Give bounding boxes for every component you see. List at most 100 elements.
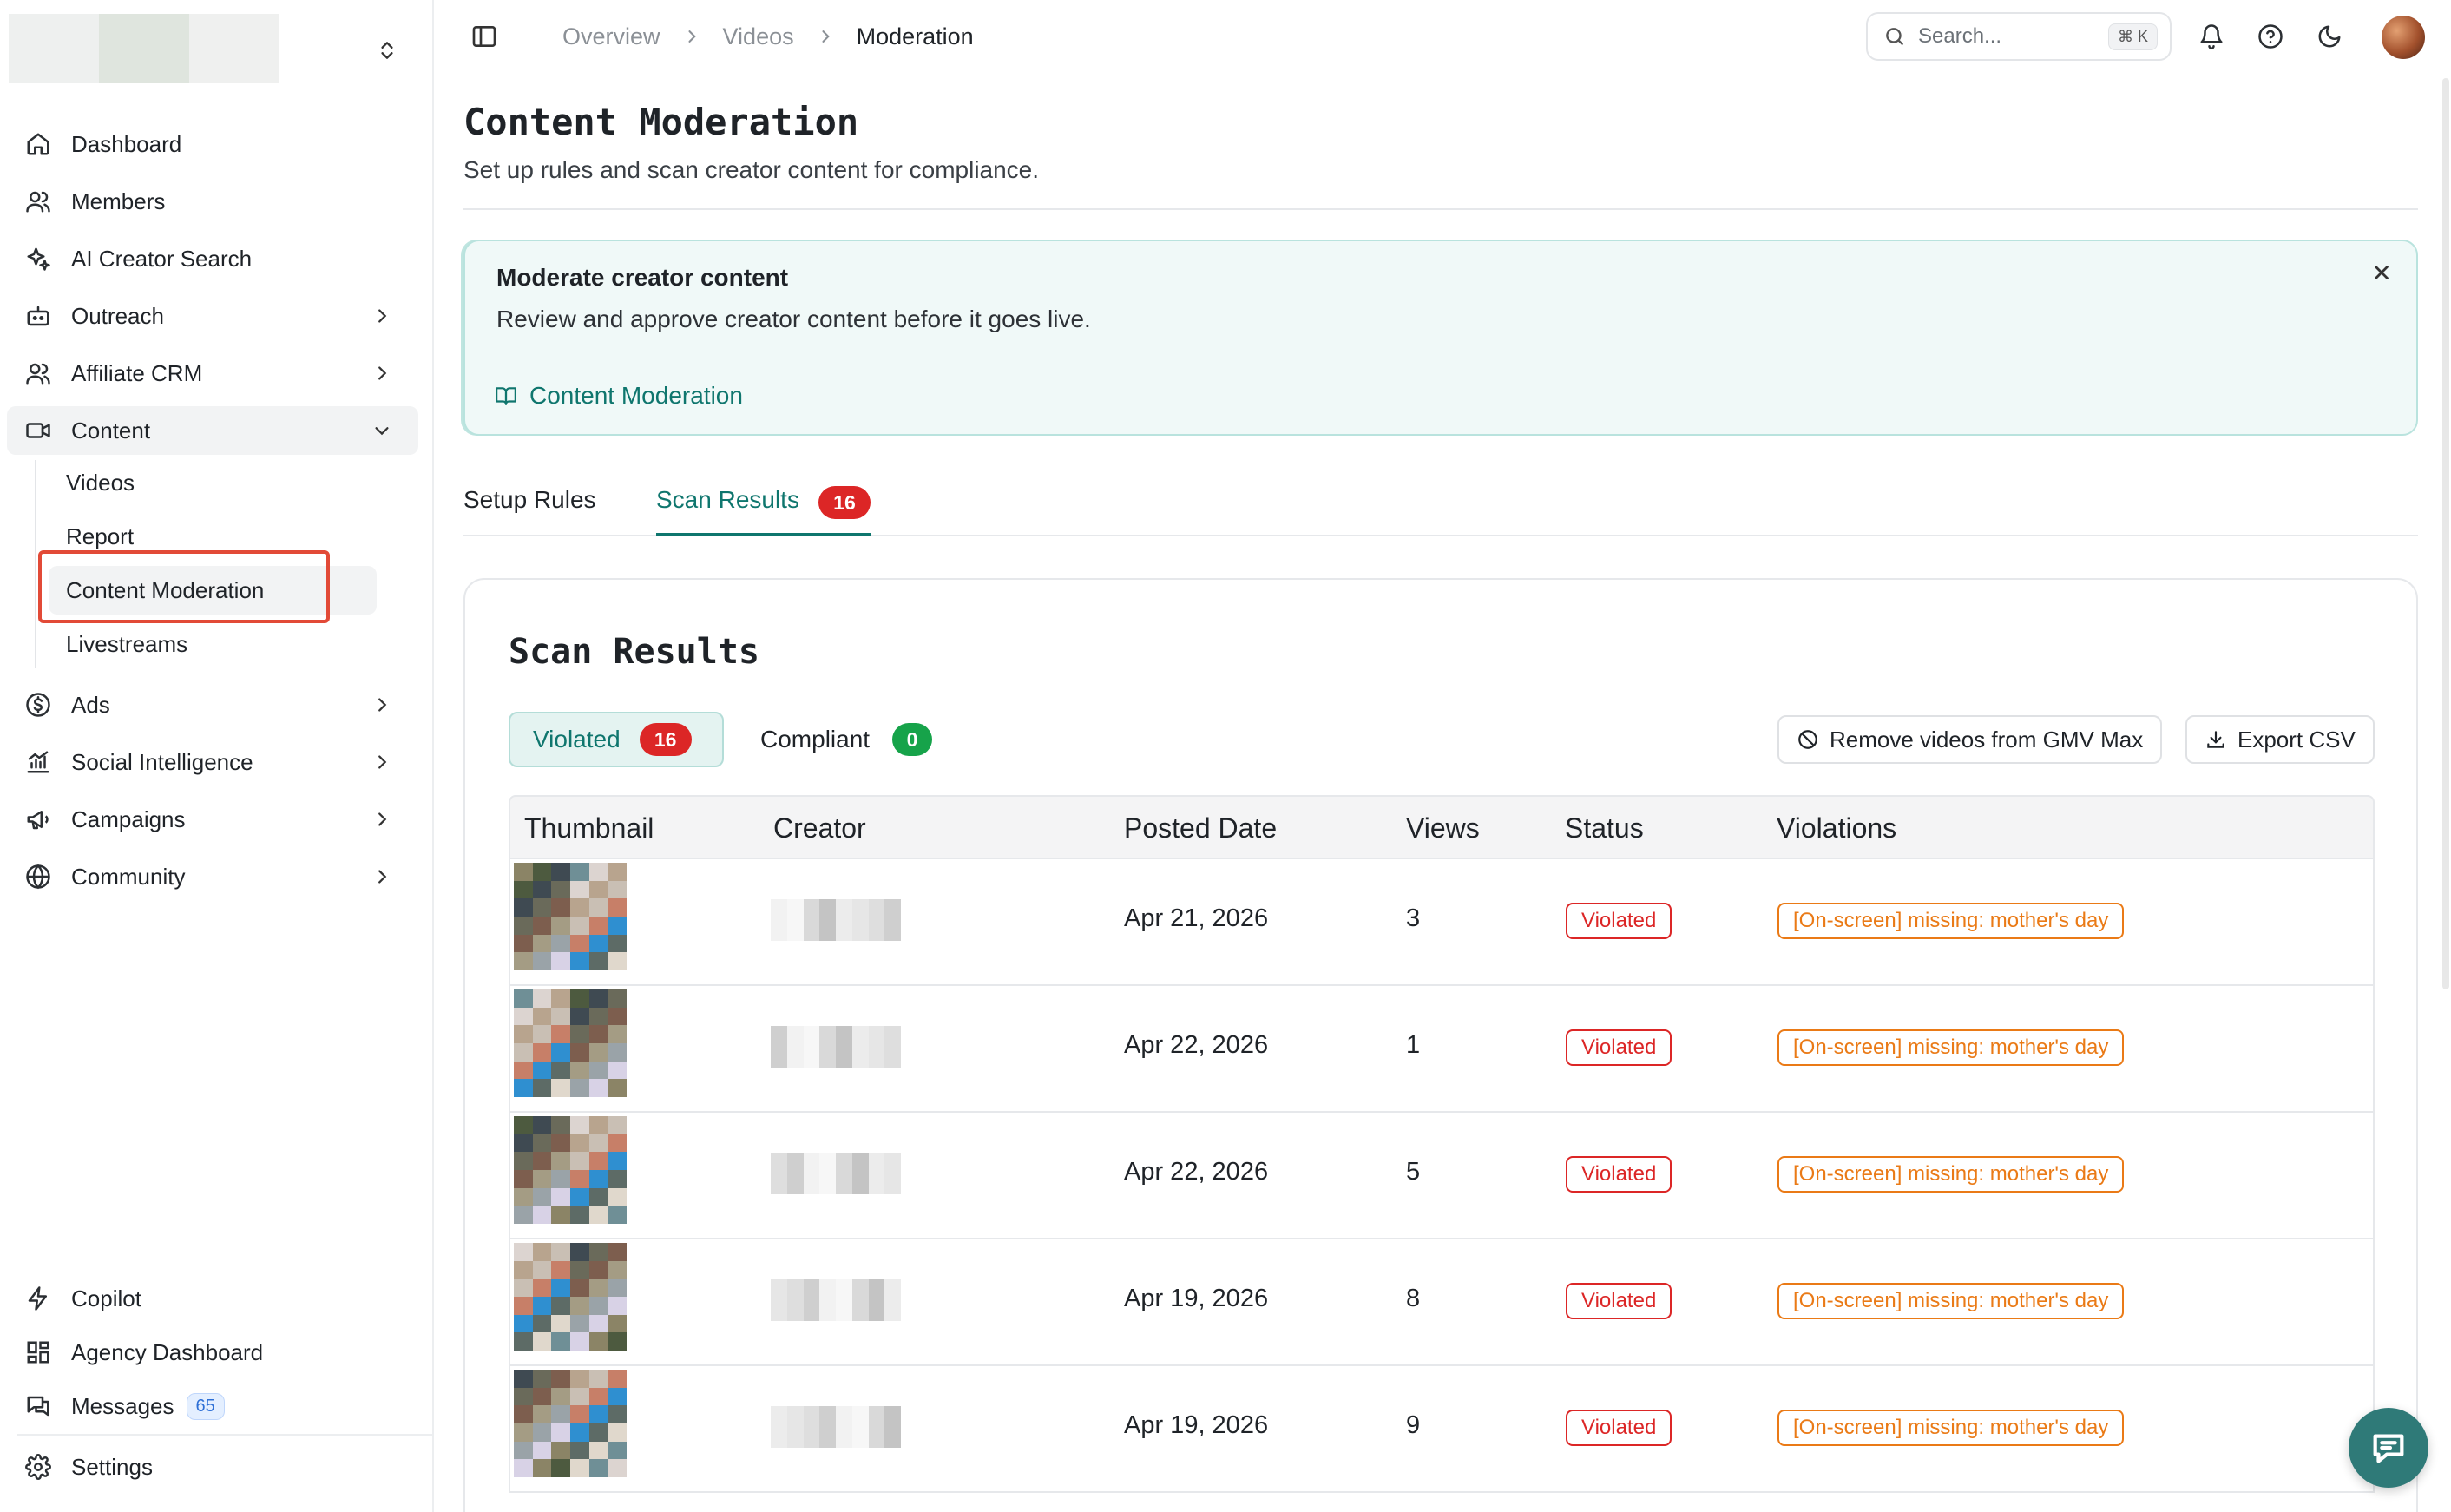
- thumbnail-pixel: [588, 916, 608, 935]
- sidebar-subitem-content-moderation[interactable]: Content Moderation: [49, 566, 377, 615]
- sidebar-item-ai-creator-search[interactable]: AI Creator Search: [7, 234, 418, 283]
- thumbnail-pixel: [514, 880, 533, 899]
- thumbnail-pixel: [514, 1243, 533, 1261]
- blur-pixel: [786, 899, 804, 913]
- chevron-right-icon: [366, 746, 398, 778]
- blur-pixel: [786, 1167, 804, 1180]
- breadcrumb-overview[interactable]: Overview: [562, 23, 660, 50]
- thumbnail-pixel: [532, 1441, 552, 1460]
- chat-support-button[interactable]: [2349, 1408, 2428, 1488]
- video-thumbnail[interactable]: [514, 1370, 627, 1477]
- views-count: 3: [1406, 904, 1421, 932]
- sidebar-subitem-label: Livestreams: [66, 630, 188, 657]
- thumbnail-pixel: [608, 1387, 627, 1406]
- creator-name-blurred[interactable]: [771, 1279, 901, 1321]
- video-thumbnail[interactable]: [514, 989, 627, 1097]
- thumbnail-pixel: [608, 1279, 627, 1297]
- remove-from-gmv-button[interactable]: Remove videos from GMV Max: [1777, 715, 2163, 764]
- sidebar-item-label: Dashboard: [71, 130, 182, 157]
- thumbnail-pixel: [532, 1314, 552, 1333]
- results-table: Thumbnail Creator Posted Date Views Stat…: [509, 795, 2375, 1493]
- filter-violated[interactable]: Violated 16: [509, 712, 724, 767]
- sidebar-toggle-icon[interactable]: [467, 19, 502, 54]
- creator-name-blurred[interactable]: [771, 1406, 901, 1448]
- blur-pixel: [836, 1054, 852, 1068]
- divider: [463, 208, 2418, 210]
- blur-pixel: [851, 913, 869, 927]
- thumbnail-pixel: [551, 1332, 570, 1351]
- thumbnail-pixel: [532, 898, 552, 917]
- breadcrumb-videos[interactable]: Videos: [723, 23, 794, 50]
- tab-setup-rules[interactable]: Setup Rules: [463, 477, 596, 536]
- avatar[interactable]: [2382, 16, 2425, 59]
- dark-mode-icon[interactable]: [2312, 19, 2347, 54]
- blur-pixel: [884, 1293, 901, 1307]
- sidebar-item-members[interactable]: Members: [7, 177, 418, 226]
- video-thumbnail[interactable]: [514, 1116, 627, 1224]
- sidebar-subitem-livestreams[interactable]: Livestreams: [49, 620, 377, 668]
- sidebar-item-agency-dashboard[interactable]: Agency Dashboard: [7, 1328, 418, 1377]
- bell-icon[interactable]: [2194, 19, 2229, 54]
- views-count: 8: [1406, 1285, 1421, 1312]
- sidebar-item-ads[interactable]: Ads: [7, 680, 418, 729]
- page-scrollbar[interactable]: [2442, 78, 2449, 989]
- sidebar-item-social-intelligence[interactable]: Social Intelligence: [7, 738, 418, 786]
- sidebar-subitem-label: Report: [66, 523, 135, 549]
- blur-pixel: [851, 1279, 869, 1293]
- thumbnail-pixel: [551, 1243, 570, 1261]
- posted-date: Apr 19, 2026: [1124, 1411, 1269, 1439]
- video-thumbnail[interactable]: [514, 863, 627, 970]
- thumbnail-pixel: [588, 1169, 608, 1188]
- blur-pixel: [851, 1153, 869, 1167]
- filter-compliant[interactable]: Compliant 0: [738, 712, 955, 767]
- thumbnail-pixel: [551, 1025, 570, 1043]
- sidebar-item-settings[interactable]: Settings: [7, 1443, 418, 1491]
- sidebar-item-affiliate-crm[interactable]: Affiliate CRM: [7, 349, 418, 398]
- table-row[interactable]: Apr 19, 2026 9 Violated [On-screen] miss…: [509, 1366, 2375, 1493]
- blur-pixel: [819, 1434, 836, 1448]
- users-icon: [23, 358, 54, 389]
- sidebar-subitem-videos[interactable]: Videos: [49, 458, 377, 507]
- sidebar-item-community[interactable]: Community: [7, 852, 418, 901]
- workspace-switcher-icon[interactable]: [371, 35, 403, 66]
- search-input[interactable]: Search... ⌘ K: [1866, 12, 2172, 61]
- help-icon[interactable]: [2253, 19, 2288, 54]
- sidebar-item-campaigns[interactable]: Campaigns: [7, 795, 418, 844]
- creator-name-blurred[interactable]: [771, 1026, 901, 1068]
- thumbnail-pixel: [608, 1134, 627, 1153]
- table-row[interactable]: Apr 22, 2026 1 Violated [On-screen] miss…: [509, 986, 2375, 1113]
- creator-name-blurred[interactable]: [771, 1153, 901, 1194]
- column-header: Status: [1565, 812, 1644, 844]
- thumbnail-pixel: [514, 952, 533, 970]
- sidebar-item-messages[interactable]: Messages 65: [7, 1382, 418, 1430]
- sidebar-item-content[interactable]: Content: [7, 406, 418, 455]
- blur-pixel: [786, 1054, 804, 1068]
- thumbnail-pixel: [551, 880, 570, 899]
- sidebar-item-copilot[interactable]: Copilot: [7, 1274, 418, 1323]
- export-csv-button[interactable]: Export CSV: [2185, 715, 2375, 764]
- thumbnail-pixel: [514, 989, 533, 1008]
- table-row[interactable]: Apr 19, 2026 8 Violated [On-screen] miss…: [509, 1239, 2375, 1366]
- tab-bar: Setup Rules Scan Results 16: [463, 477, 2418, 536]
- table-row[interactable]: Apr 22, 2026 5 Violated [On-screen] miss…: [509, 1113, 2375, 1239]
- blur-pixel: [836, 1307, 852, 1321]
- page-subtitle: Set up rules and scan creator content fo…: [463, 156, 1040, 183]
- thumbnail-pixel: [569, 1025, 589, 1043]
- docs-link[interactable]: Content Moderation: [495, 382, 743, 410]
- thumbnail-pixel: [608, 1116, 627, 1134]
- blur-pixel: [868, 1026, 885, 1040]
- blur-pixel: [819, 1307, 836, 1321]
- sidebar-item-outreach[interactable]: Outreach: [7, 292, 418, 340]
- blur-pixel: [786, 1307, 804, 1321]
- table-row[interactable]: Apr 21, 2026 3 Violated [On-screen] miss…: [509, 859, 2375, 986]
- creator-name-blurred[interactable]: [771, 899, 901, 941]
- tab-scan-results[interactable]: Scan Results 16: [656, 477, 871, 536]
- blur-pixel: [771, 1026, 787, 1040]
- thumbnail-pixel: [514, 1134, 533, 1153]
- close-icon[interactable]: [2364, 255, 2399, 290]
- workspace-logo[interactable]: [9, 14, 279, 83]
- sidebar-subitem-report[interactable]: Report: [49, 512, 377, 561]
- sidebar-item-dashboard[interactable]: Dashboard: [7, 120, 418, 168]
- blur-pixel: [868, 1434, 885, 1448]
- video-thumbnail[interactable]: [514, 1243, 627, 1351]
